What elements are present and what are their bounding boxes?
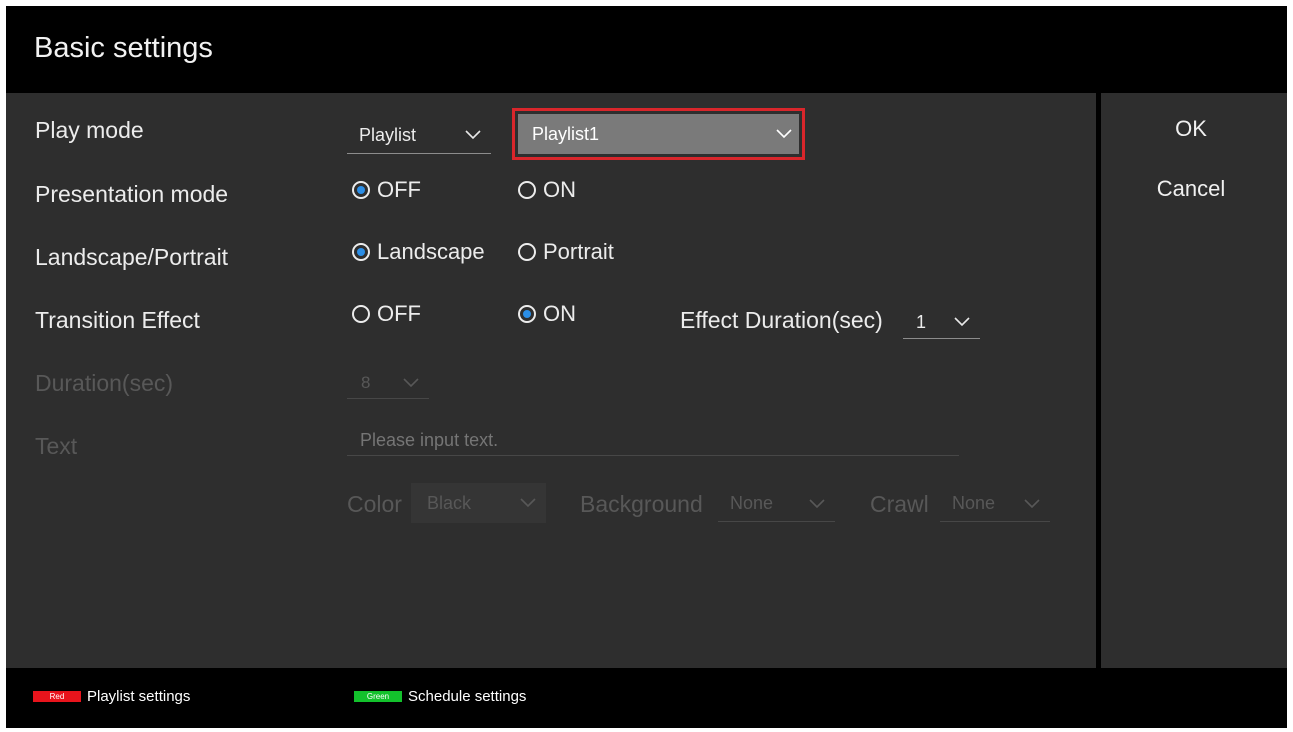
presentation-off-label: OFF bbox=[377, 177, 421, 202]
radio-selected-icon bbox=[352, 181, 370, 199]
crawl-dropdown[interactable]: None bbox=[940, 486, 1050, 522]
footer-bar: Red Playlist settings Green Schedule set… bbox=[6, 668, 1287, 728]
chevron-down-icon bbox=[520, 498, 536, 508]
chevron-down-icon bbox=[465, 130, 481, 140]
play-mode-type-value: Playlist bbox=[359, 124, 417, 145]
playlist-settings-hint[interactable]: Red Playlist settings bbox=[33, 688, 190, 705]
duration-label: Duration(sec) bbox=[35, 370, 174, 396]
effect-duration-value: 1 bbox=[916, 311, 927, 332]
text-input[interactable] bbox=[347, 426, 959, 456]
radio-unselected-icon bbox=[518, 181, 536, 199]
presentation-on-radio[interactable]: ON bbox=[518, 177, 576, 203]
cancel-button[interactable]: Cancel bbox=[1131, 176, 1251, 202]
effect-duration-label: Effect Duration(sec) bbox=[680, 307, 883, 333]
duration-dropdown[interactable]: 8 bbox=[347, 368, 429, 399]
transition-off-label: OFF bbox=[377, 301, 421, 326]
background-value: None bbox=[730, 493, 774, 513]
orientation-label: Landscape/Portrait bbox=[35, 244, 229, 270]
radio-unselected-icon bbox=[518, 243, 536, 261]
portrait-radio[interactable]: Portrait bbox=[518, 239, 614, 265]
playlist-value: Playlist1 bbox=[532, 123, 600, 144]
radio-unselected-icon bbox=[352, 305, 370, 323]
basic-settings-dialog: Basic settings Play mode Playlist Playli… bbox=[6, 6, 1287, 728]
presentation-on-label: ON bbox=[543, 177, 576, 202]
chevron-down-icon bbox=[954, 317, 970, 327]
green-key-icon: Green bbox=[354, 691, 402, 702]
play-mode-type-dropdown[interactable]: Playlist bbox=[347, 117, 491, 154]
presentation-off-radio[interactable]: OFF bbox=[352, 177, 421, 203]
page-title: Basic settings bbox=[34, 32, 213, 64]
text-label: Text bbox=[35, 433, 78, 459]
red-key-icon: Red bbox=[33, 691, 81, 702]
side-divider bbox=[1096, 93, 1101, 668]
crawl-value: None bbox=[952, 493, 996, 513]
playlist-settings-label: Playlist settings bbox=[87, 688, 191, 705]
presentation-mode-label: Presentation mode bbox=[35, 181, 229, 207]
transition-off-radio[interactable]: OFF bbox=[352, 301, 421, 327]
transition-on-radio[interactable]: ON bbox=[518, 301, 576, 327]
chevron-down-icon bbox=[1024, 498, 1040, 508]
ok-button[interactable]: OK bbox=[1131, 116, 1251, 142]
play-mode-label: Play mode bbox=[35, 117, 144, 143]
crawl-label: Crawl bbox=[870, 491, 929, 517]
schedule-settings-label: Schedule settings bbox=[408, 688, 527, 705]
background-label: Background bbox=[580, 491, 703, 517]
color-dropdown[interactable]: Black bbox=[411, 483, 546, 523]
effect-duration-dropdown[interactable]: 1 bbox=[903, 306, 980, 339]
color-label: Color bbox=[347, 491, 402, 517]
schedule-settings-hint[interactable]: Green Schedule settings bbox=[354, 688, 526, 705]
transition-on-label: ON bbox=[543, 301, 576, 326]
landscape-radio[interactable]: Landscape bbox=[352, 239, 485, 265]
transition-effect-label: Transition Effect bbox=[35, 307, 200, 333]
portrait-label: Portrait bbox=[543, 239, 614, 264]
color-value: Black bbox=[427, 492, 472, 513]
chevron-down-icon bbox=[809, 498, 825, 508]
playlist-dropdown[interactable]: Playlist1 bbox=[512, 108, 805, 160]
background-dropdown[interactable]: None bbox=[718, 486, 835, 522]
landscape-label: Landscape bbox=[377, 239, 485, 264]
chevron-down-icon bbox=[776, 129, 792, 139]
radio-selected-icon bbox=[518, 305, 536, 323]
duration-value: 8 bbox=[361, 373, 371, 392]
header-bar: Basic settings bbox=[6, 6, 1287, 93]
radio-selected-icon bbox=[352, 243, 370, 261]
chevron-down-icon bbox=[403, 378, 419, 388]
